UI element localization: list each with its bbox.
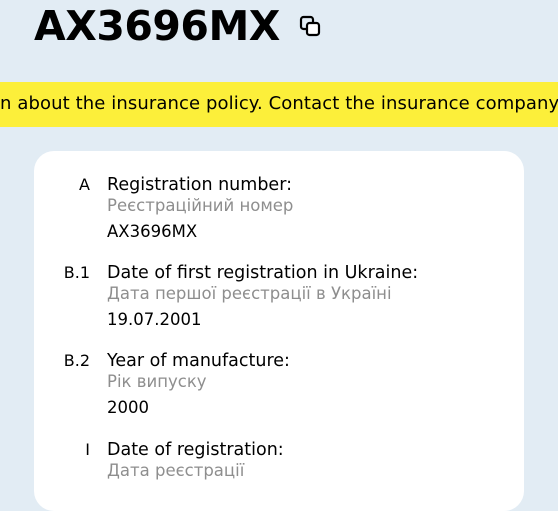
field-code: A	[79, 175, 90, 194]
page-header: AX3696MX	[34, 2, 323, 50]
field-value: AX3696MX	[107, 222, 198, 241]
field-label: Date of first registration in Ukraine:	[107, 263, 419, 283]
copy-button[interactable]	[297, 13, 323, 39]
field-sublabel: Дата реєстрації	[107, 461, 245, 480]
field-label: Date of registration:	[107, 440, 284, 460]
field-value: 2000	[107, 398, 149, 417]
field-sublabel: Рік випуску	[107, 372, 207, 391]
field-sublabel: Дата першої реєстрації в Україні	[107, 284, 392, 303]
vehicle-details-card: A Registration number: Реєстраційний ном…	[34, 151, 524, 511]
banner-text: n about the insurance policy. Contact th…	[0, 93, 558, 114]
field-code: B.1	[63, 263, 90, 282]
field-value: 19.07.2001	[107, 310, 202, 329]
plate-number-title: AX3696MX	[34, 2, 280, 50]
field-label: Registration number:	[107, 175, 292, 195]
field-label: Year of manufacture:	[107, 351, 290, 371]
field-sublabel: Реєстраційний номер	[107, 196, 294, 215]
copy-icon	[299, 15, 320, 37]
field-code: B.2	[63, 351, 90, 370]
field-code: I	[85, 440, 90, 459]
insurance-warning-banner: n about the insurance policy. Contact th…	[0, 82, 558, 127]
